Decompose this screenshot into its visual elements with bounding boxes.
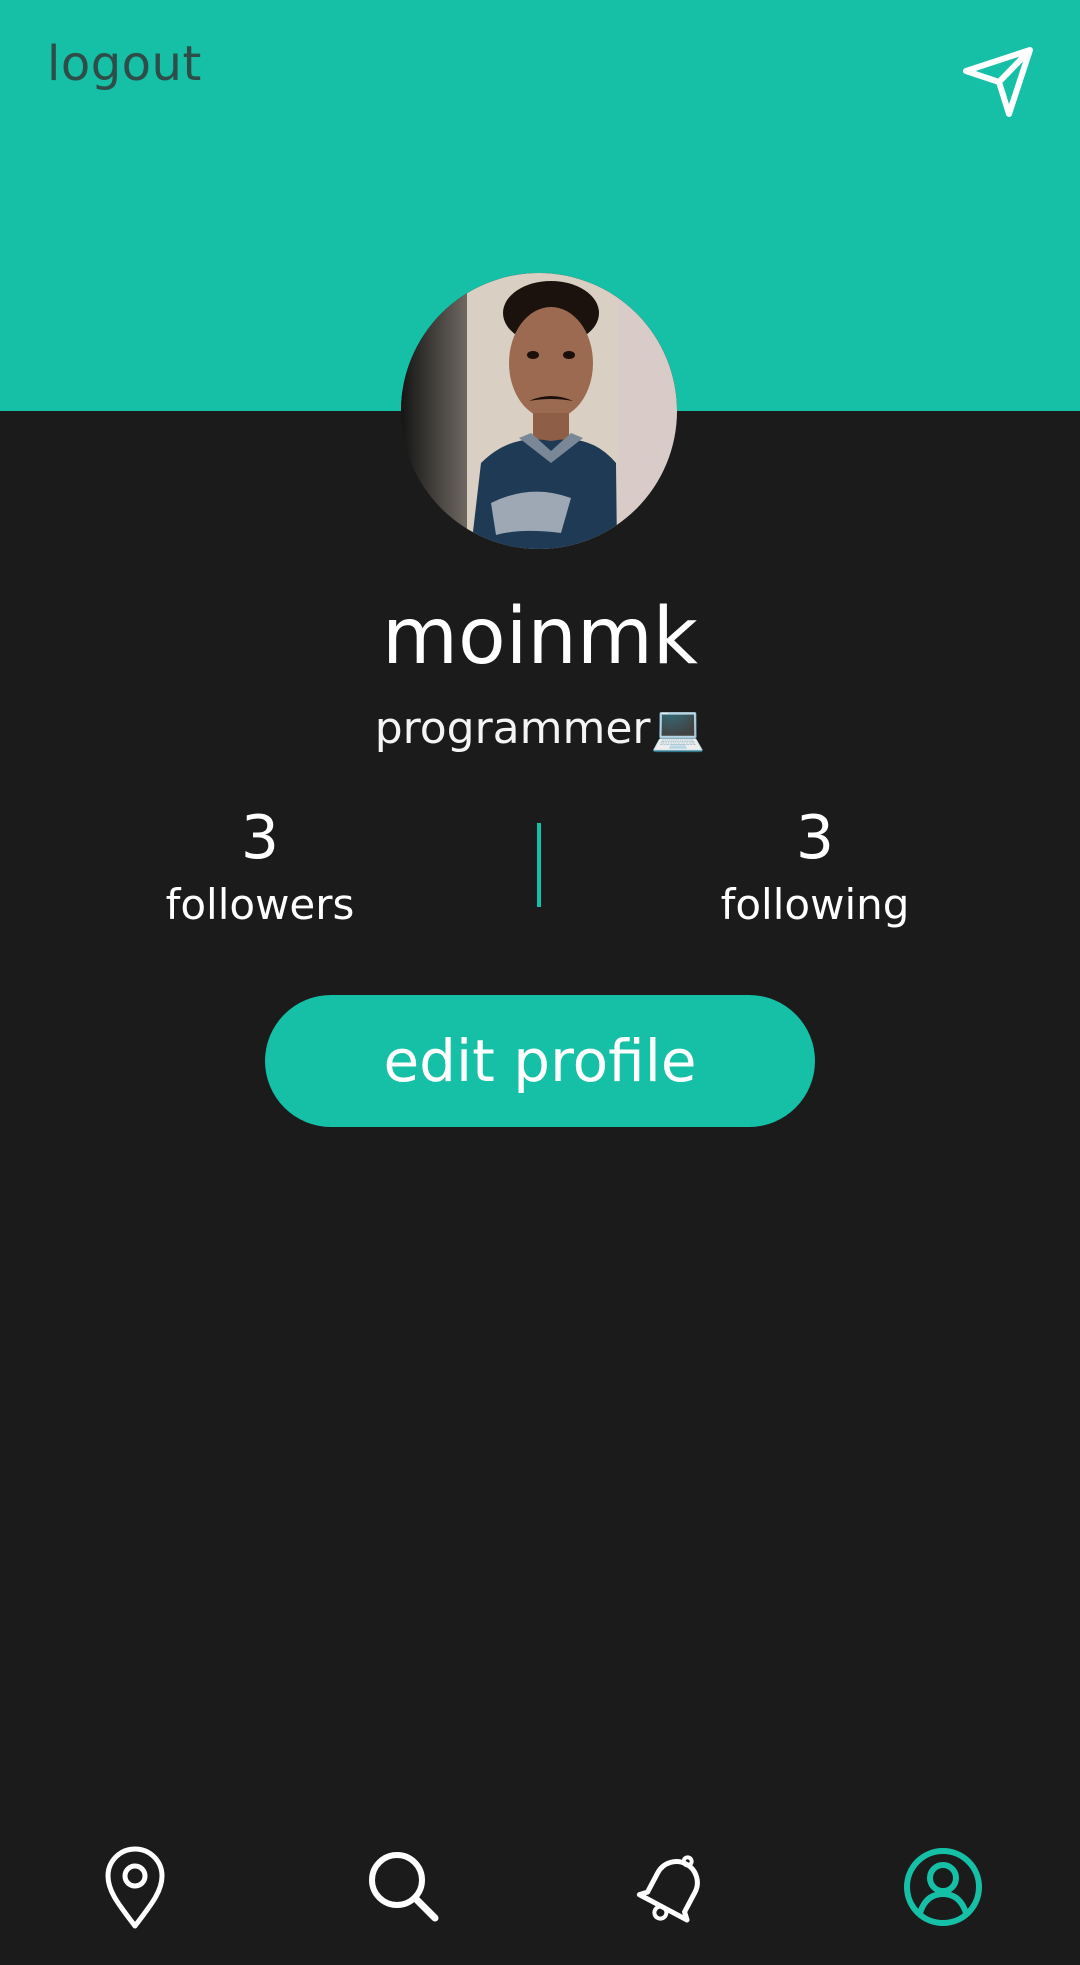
profile-screen: logout moinmk programmer💻 3 followers 3 … [0, 0, 1080, 1965]
bell-icon[interactable] [629, 1842, 719, 1932]
avatar[interactable] [401, 273, 677, 549]
logout-button[interactable]: logout [47, 36, 202, 92]
edit-profile-button[interactable]: edit profile [265, 995, 815, 1127]
following-label: following [720, 880, 910, 929]
profile-icon[interactable] [898, 1842, 988, 1932]
search-icon[interactable] [359, 1842, 449, 1932]
following-count: 3 [795, 803, 835, 873]
followers-count: 3 [240, 803, 280, 873]
followers-label: followers [165, 880, 355, 929]
send-icon[interactable] [958, 42, 1038, 122]
followers-stat[interactable]: 3 followers [100, 808, 420, 926]
bio: programmer💻 [374, 703, 706, 754]
stats-divider [537, 823, 541, 907]
bottom-nav [0, 1808, 1080, 1965]
following-stat[interactable]: 3 following [655, 808, 975, 926]
map-pin-icon[interactable] [90, 1842, 180, 1932]
username: moinmk [382, 592, 698, 682]
